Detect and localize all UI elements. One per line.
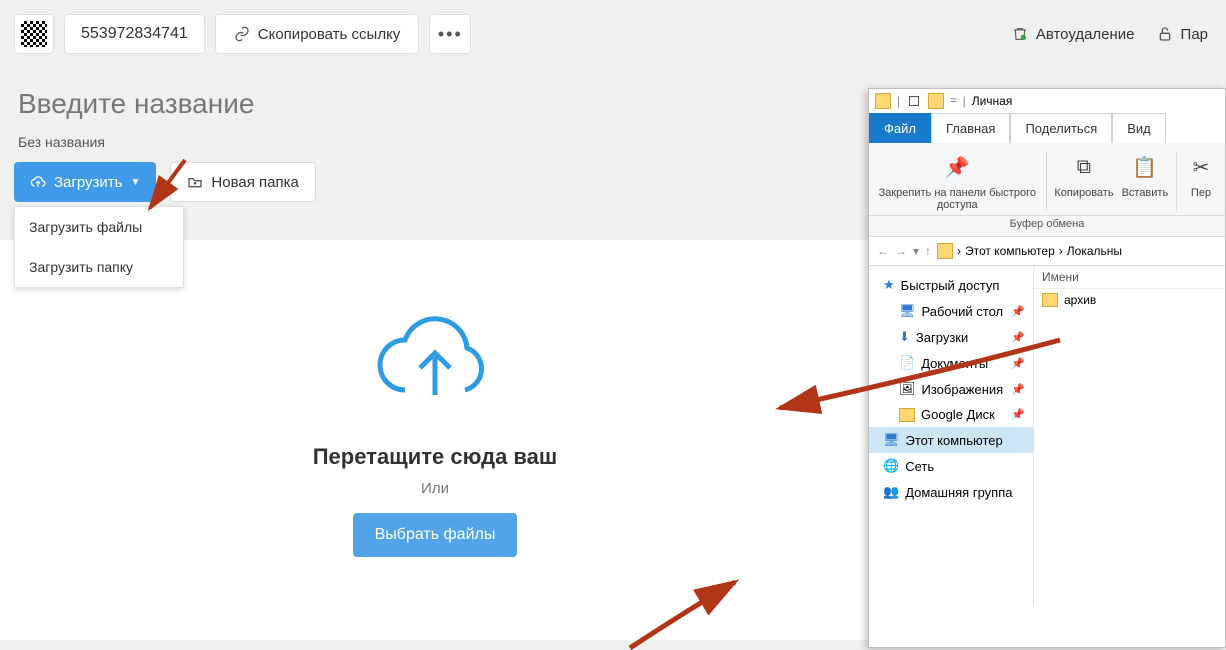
breadcrumb-part[interactable]: Этот компьютер [965, 244, 1055, 258]
cloud-upload-large-icon [370, 300, 500, 420]
pin-icon: 📌 [1011, 331, 1025, 344]
upload-dropdown: Загрузить файлы Загрузить папку [14, 206, 184, 288]
network-icon: 🌐 [883, 458, 899, 474]
nav-up-icon[interactable]: ↑ [925, 244, 931, 258]
auto-delete-button[interactable]: Автоудаление [1012, 26, 1135, 43]
tab-view[interactable]: Вид [1112, 113, 1166, 143]
tab-file[interactable]: Файл [869, 113, 931, 143]
breadcrumb-bar[interactable]: › Этот компьютер › Локальны [937, 243, 1217, 259]
auto-delete-label: Автоудаление [1036, 26, 1135, 43]
homegroup-icon: 👥 [883, 484, 899, 500]
ribbon-paste[interactable]: 📋 Вставить [1122, 151, 1169, 211]
upload-label: Загрузить [54, 174, 123, 191]
password-label: Пар [1181, 26, 1208, 43]
tree-quick-access[interactable]: ★Быстрый доступ [869, 272, 1033, 298]
upload-files-item[interactable]: Загрузить файлы [15, 207, 183, 247]
caret-down-icon: ▼ [131, 177, 141, 188]
pin-icon: 📌 [1011, 383, 1025, 396]
explorer-titlebar[interactable]: | = | Личная [869, 89, 1225, 113]
password-button[interactable]: Пар [1157, 26, 1208, 43]
folder-icon [928, 93, 944, 109]
file-row-archive[interactable]: архив [1034, 289, 1225, 311]
file-name: архив [1064, 293, 1096, 307]
more-button[interactable]: ••• [429, 14, 471, 54]
pin-icon: 📌 [1011, 305, 1025, 318]
file-explorer-window[interactable]: | = | Личная Файл Главная Поделиться Вид… [868, 88, 1226, 648]
column-header-name[interactable]: Имени [1034, 266, 1225, 289]
copy-link-label: Скопировать ссылку [258, 26, 401, 43]
nav-down-icon[interactable]: ▾ [913, 244, 919, 258]
tab-main[interactable]: Главная [931, 113, 1010, 143]
scissors-icon: ✂ [1185, 151, 1217, 183]
cloud-upload-icon [30, 174, 46, 190]
trash-timer-icon [1012, 26, 1028, 42]
explorer-tabs: Файл Главная Поделиться Вид [869, 113, 1225, 143]
new-folder-label: Новая папка [211, 174, 298, 191]
new-folder-button[interactable]: Новая папка [170, 162, 315, 202]
link-icon [234, 26, 250, 42]
upload-folder-item[interactable]: Загрузить папку [15, 247, 183, 287]
tree-homegroup[interactable]: 👥Домашняя группа [869, 479, 1033, 505]
doc-icon: 📄 [899, 355, 915, 371]
drop-prompt: Перетащите сюда ваш [313, 444, 558, 470]
ribbon: 📌 Закрепить на панели быстрого доступа ⧉… [869, 143, 1225, 216]
ribbon-copy[interactable]: ⧉ Копировать [1054, 151, 1113, 211]
picture-icon: 🖼 [899, 381, 916, 397]
folder-icon [1042, 293, 1058, 307]
copy-link-button[interactable]: Скопировать ссылку [215, 14, 420, 54]
top-bar: 553972834741 Скопировать ссылку ••• Авто… [0, 0, 1226, 68]
copy-icon: ⧉ [1068, 151, 1100, 183]
breadcrumb-part[interactable]: Локальны [1067, 244, 1122, 258]
ribbon-pin[interactable]: 📌 Закрепить на панели быстрого доступа [877, 151, 1038, 211]
ribbon-section-label: Буфер обмена [869, 216, 1225, 237]
pc-icon: 🖥 [883, 432, 900, 448]
board-id-chip[interactable]: 553972834741 [64, 14, 205, 54]
select-files-button[interactable]: Выбрать файлы [353, 513, 518, 557]
pin-icon: 📌 [941, 151, 973, 183]
tree-gdrive[interactable]: Google Диск📌 [869, 402, 1033, 427]
explorer-tree: ★Быстрый доступ 🖥Рабочий стол📌 ⬇Загрузки… [869, 266, 1034, 606]
upload-button[interactable]: Загрузить ▼ [14, 162, 156, 202]
monitor-icon: 🖥 [899, 303, 916, 319]
paste-icon: 📋 [1129, 151, 1161, 183]
tree-documents[interactable]: 📄Документы📌 [869, 350, 1033, 376]
tab-share[interactable]: Поделиться [1010, 113, 1112, 143]
download-icon: ⬇ [899, 329, 910, 345]
tree-desktop[interactable]: 🖥Рабочий стол📌 [869, 298, 1033, 324]
content-area: Перетащите сюда ваш Или Выбрать файлы [0, 240, 870, 640]
save-icon[interactable] [906, 93, 922, 109]
qr-code-icon[interactable] [14, 14, 54, 54]
explorer-title: Личная [972, 94, 1013, 108]
pin-icon: 📌 [1011, 357, 1025, 370]
folder-plus-icon [187, 174, 203, 190]
nav-fwd-icon[interactable]: → [895, 244, 907, 258]
tree-this-pc[interactable]: 🖥Этот компьютер [869, 427, 1033, 453]
pin-icon: 📌 [1011, 408, 1025, 421]
lock-icon [1157, 26, 1173, 42]
tree-network[interactable]: 🌐Сеть [869, 453, 1033, 479]
tree-pictures[interactable]: 🖼Изображения📌 [869, 376, 1033, 402]
nav-back-icon[interactable]: ← [877, 244, 889, 258]
explorer-nav-row: ← → ▾ ↑ › Этот компьютер › Локальны [869, 237, 1225, 266]
star-icon: ★ [883, 277, 895, 293]
folder-icon [875, 93, 891, 109]
ribbon-extra[interactable]: ✂ Пер [1185, 151, 1217, 211]
folder-icon [937, 243, 953, 259]
folder-icon [899, 408, 915, 422]
explorer-file-list: Имени архив [1034, 266, 1225, 606]
or-text: Или [421, 480, 449, 497]
tree-downloads[interactable]: ⬇Загрузки📌 [869, 324, 1033, 350]
